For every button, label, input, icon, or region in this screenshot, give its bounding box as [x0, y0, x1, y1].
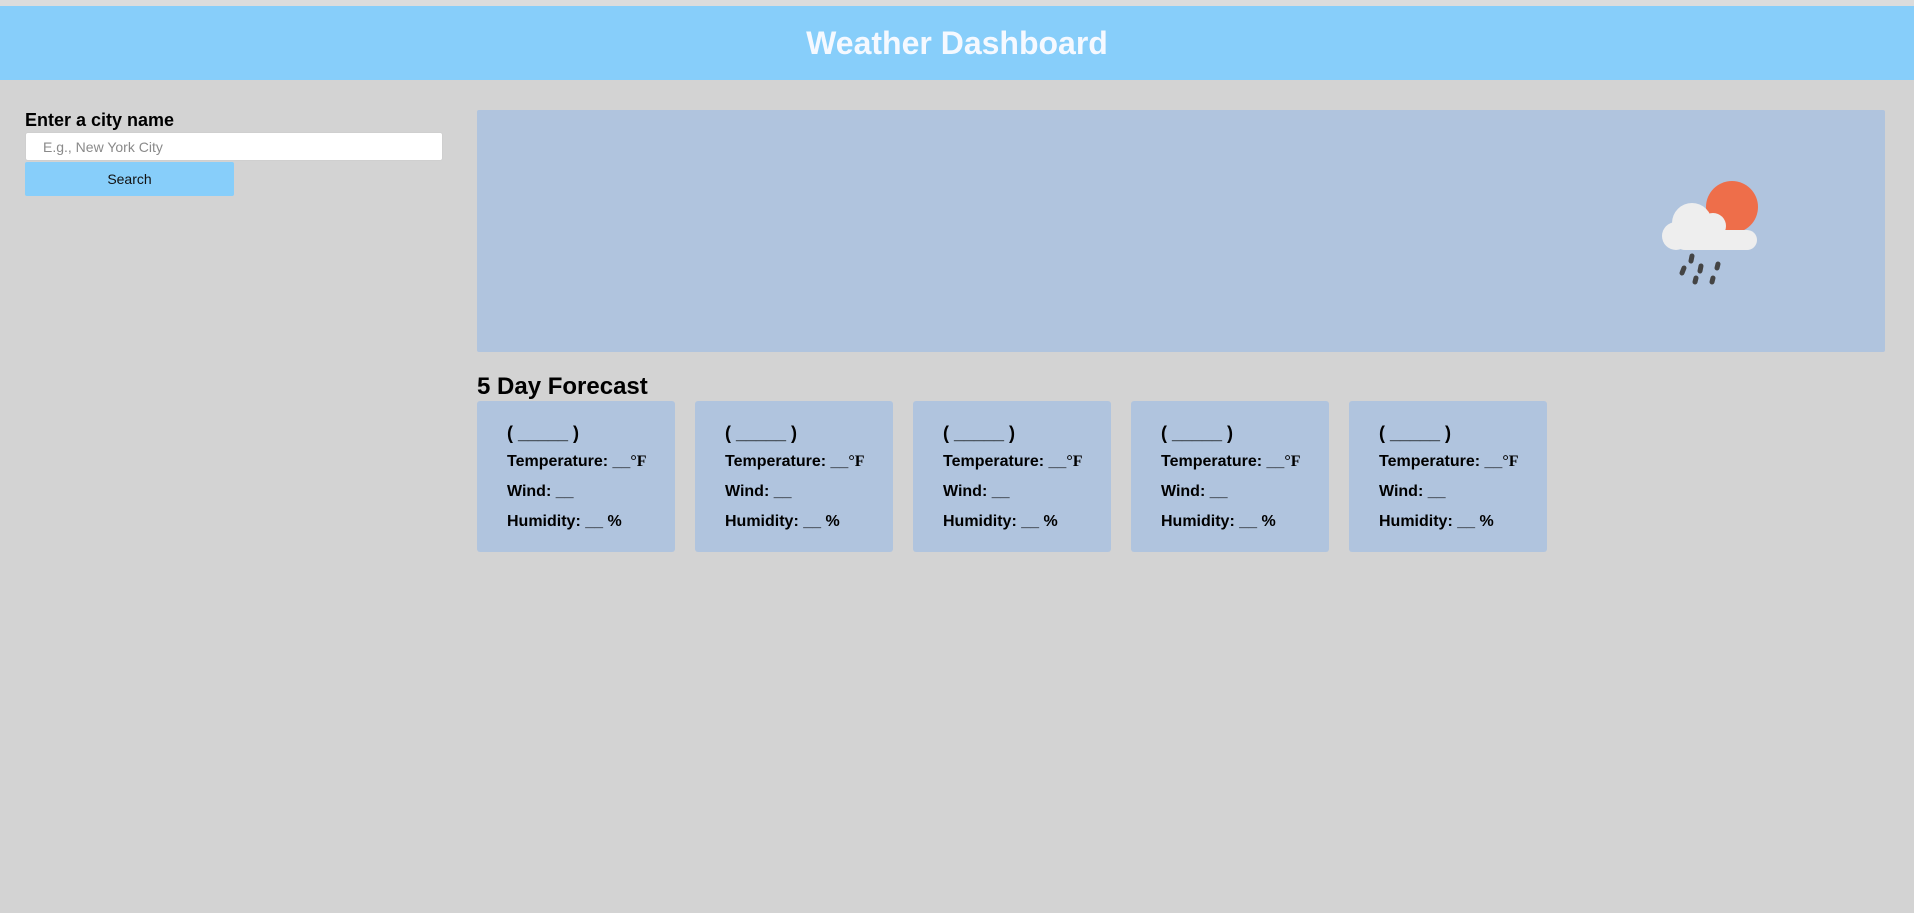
forecast-temperature: Temperature: __°F [725, 452, 893, 482]
forecast-cards: ( _____ ) Temperature: __°F Wind: __ Hum… [477, 401, 1547, 552]
current-weather-panel [477, 110, 1885, 352]
page-title: Weather Dashboard [806, 24, 1108, 61]
forecast-card: ( _____ ) Temperature: __°F Wind: __ Hum… [913, 401, 1111, 552]
forecast-wind: Wind: __ [1379, 483, 1446, 500]
search-button[interactable]: Search [25, 162, 234, 196]
app-header: Weather Dashboard [0, 6, 1914, 80]
temperature-label: Temperature: __ [725, 453, 849, 470]
forecast-date: ( _____ ) [507, 423, 580, 443]
forecast-card: ( _____ ) Temperature: __°F Wind: __ Hum… [477, 401, 675, 552]
search-panel: Enter a city name Search [25, 108, 443, 196]
forecast-humidity: Humidity: __ % [507, 513, 622, 530]
forecast-wind: Wind: __ [725, 483, 792, 500]
temperature-label: Temperature: __ [1161, 453, 1285, 470]
forecast-temperature: Temperature: __°F [507, 452, 675, 482]
forecast-humidity: Humidity: __ % [1379, 513, 1494, 530]
cloud-rain-sun-icon [1662, 181, 1758, 285]
forecast-date: ( _____ ) [943, 423, 1016, 443]
city-search-input[interactable] [25, 132, 443, 161]
forecast-card: ( _____ ) Temperature: __°F Wind: __ Hum… [1349, 401, 1547, 552]
forecast-temperature: Temperature: __°F [943, 452, 1111, 482]
forecast-card: ( _____ ) Temperature: __°F Wind: __ Hum… [1131, 401, 1329, 552]
temperature-label: Temperature: __ [507, 453, 631, 470]
forecast-title: 5 Day Forecast [477, 373, 648, 400]
forecast-date: ( _____ ) [725, 423, 798, 443]
temperature-unit: °F [1502, 453, 1519, 470]
forecast-humidity: Humidity: __ % [1161, 513, 1276, 530]
forecast-humidity: Humidity: __ % [943, 513, 1058, 530]
forecast-wind: Wind: __ [943, 483, 1010, 500]
temperature-label: Temperature: __ [943, 453, 1067, 470]
forecast-wind: Wind: __ [1161, 483, 1228, 500]
forecast-date: ( _____ ) [1161, 423, 1234, 443]
temperature-unit: °F [848, 453, 865, 470]
forecast-temperature: Temperature: __°F [1379, 452, 1547, 482]
forecast-card: ( _____ ) Temperature: __°F Wind: __ Hum… [695, 401, 893, 552]
temperature-label: Temperature: __ [1379, 453, 1503, 470]
forecast-temperature: Temperature: __°F [1161, 452, 1329, 482]
forecast-humidity: Humidity: __ % [725, 513, 840, 530]
search-label: Enter a city name [25, 110, 175, 130]
temperature-unit: °F [1066, 453, 1083, 470]
temperature-unit: °F [1284, 453, 1301, 470]
forecast-wind: Wind: __ [507, 483, 574, 500]
forecast-date: ( _____ ) [1379, 423, 1452, 443]
temperature-unit: °F [630, 453, 647, 470]
